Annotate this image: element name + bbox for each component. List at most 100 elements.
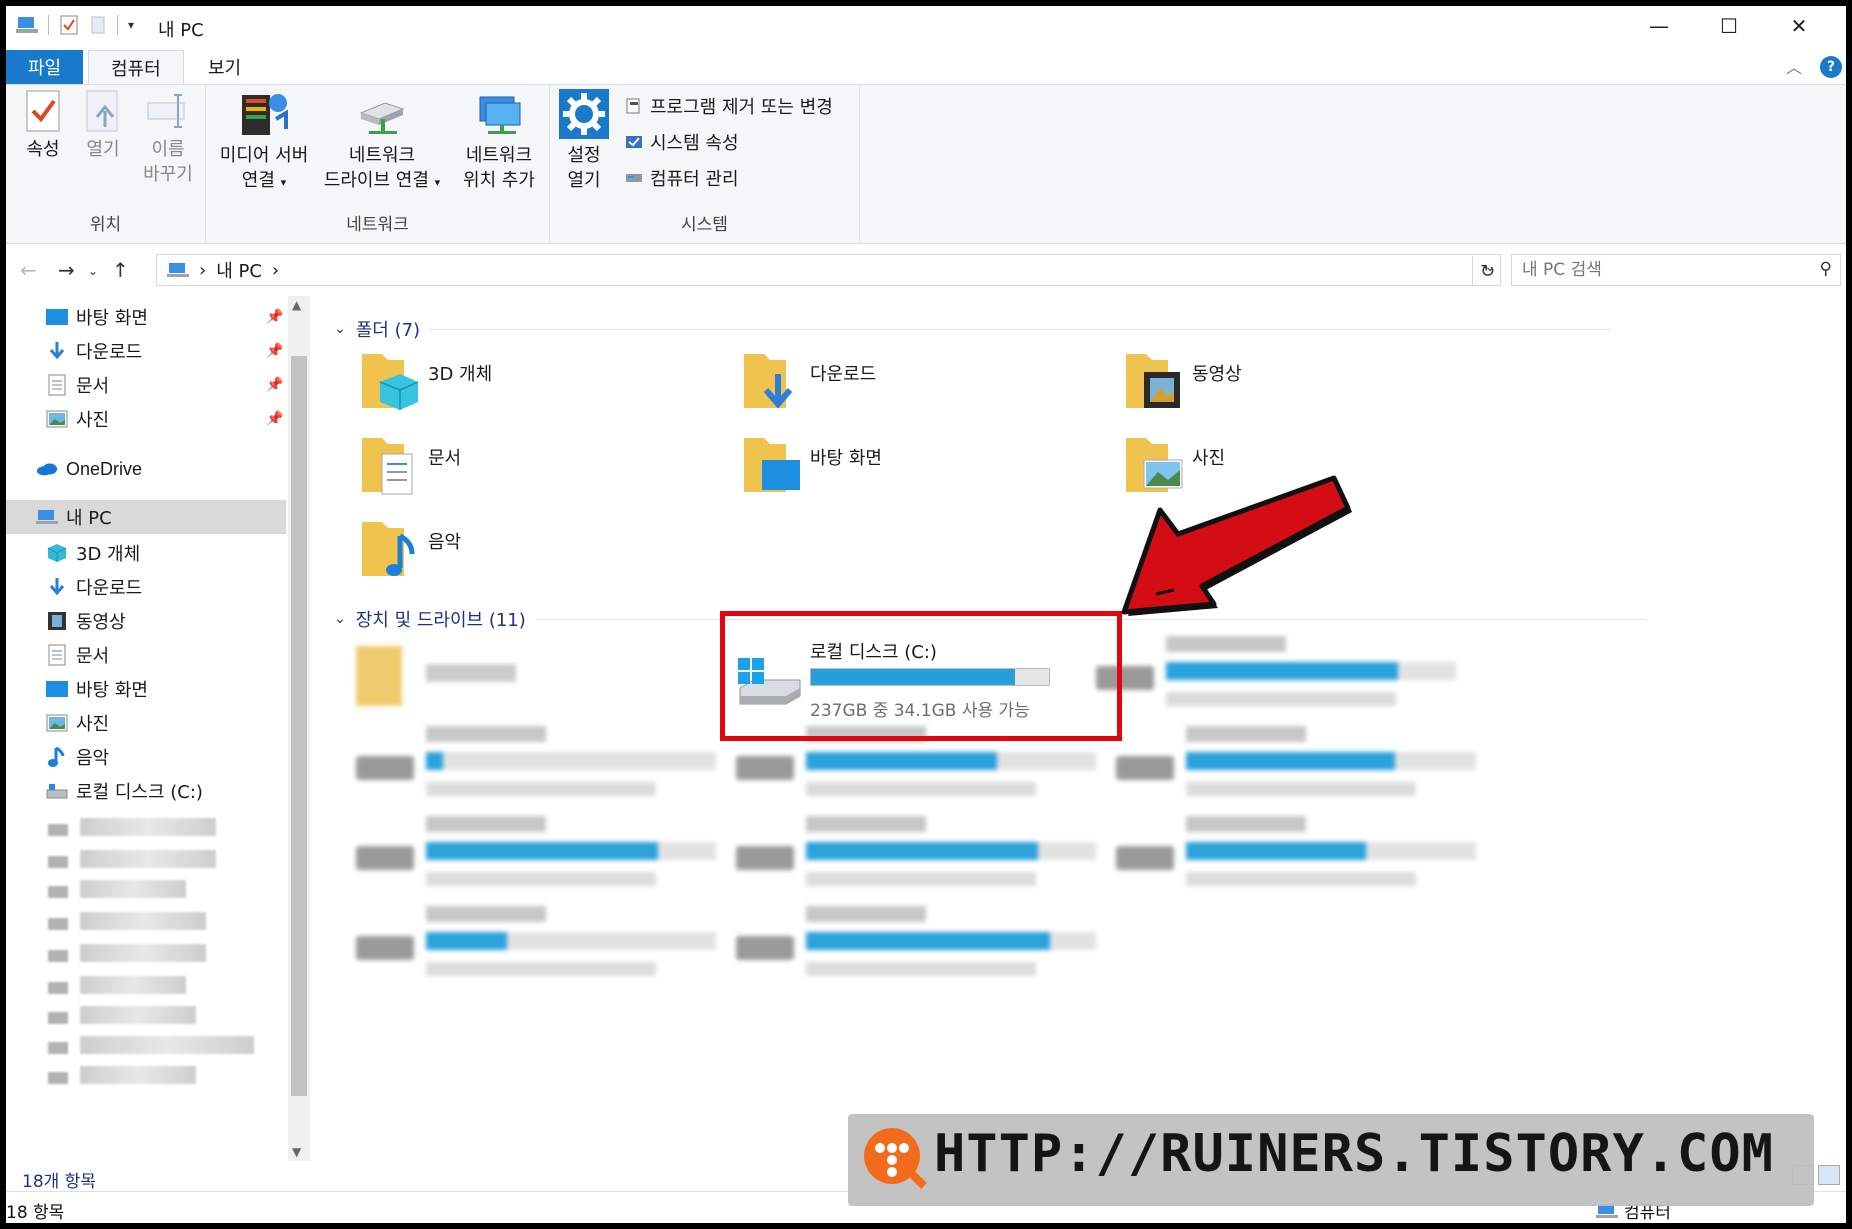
system-properties-button[interactable]: 시스템 속성 bbox=[624, 129, 739, 155]
sidebar-item-3d-objects[interactable]: 3D 개체 bbox=[6, 536, 286, 570]
blurred-drive[interactable] bbox=[356, 810, 726, 896]
blurred-drive[interactable] bbox=[1116, 720, 1486, 806]
pin-icon[interactable]: 📌 bbox=[266, 411, 283, 427]
pin-icon[interactable]: 📌 bbox=[266, 343, 283, 359]
folder-music[interactable]: 음악 bbox=[360, 516, 680, 586]
address-bar[interactable]: › 내 PC › ⌄ bbox=[156, 254, 1501, 286]
rename-button[interactable]: 이름 바꾸기 bbox=[138, 89, 198, 187]
item-count: 18개 항목 bbox=[22, 1172, 96, 1192]
close-button[interactable]: ✕ bbox=[1764, 6, 1834, 46]
film-icon bbox=[46, 611, 68, 631]
blurred-drive[interactable] bbox=[1116, 810, 1486, 896]
sidebar-item-downloads[interactable]: 다운로드 bbox=[6, 570, 286, 604]
sidebar-item-pictures[interactable]: 사진 bbox=[6, 706, 286, 740]
blurred-item-icon bbox=[48, 918, 68, 930]
chevron-right-icon[interactable]: › bbox=[199, 260, 206, 281]
media-server-button[interactable]: 미디어 서버 연결 ▾ bbox=[214, 89, 314, 195]
pin-icon[interactable]: 📌 bbox=[266, 309, 283, 325]
sidebar-item-desktop[interactable]: 바탕 화면 bbox=[6, 672, 286, 706]
new-folder-icon[interactable] bbox=[89, 15, 107, 35]
folder-desktop[interactable]: 바탕 화면 bbox=[742, 432, 1062, 502]
breadcrumb-this-pc[interactable]: 내 PC bbox=[216, 257, 262, 283]
blurred-item-icon bbox=[48, 886, 68, 898]
collapse-ribbon-icon[interactable]: ︿ bbox=[1786, 54, 1802, 78]
tab-view[interactable]: 보기 bbox=[186, 50, 263, 84]
open-button[interactable]: 열기 bbox=[78, 89, 128, 162]
document-icon bbox=[46, 374, 68, 396]
blurred-item bbox=[80, 944, 206, 962]
up-arrow-icon[interactable]: ↑ bbox=[112, 258, 129, 282]
sidebar-item-videos[interactable]: 동영상 bbox=[6, 604, 286, 638]
help-icon[interactable]: ? bbox=[1820, 56, 1842, 78]
minimize-button[interactable]: — bbox=[1624, 6, 1694, 46]
sidebar-item-music[interactable]: 음악 bbox=[6, 740, 286, 774]
refresh-button[interactable]: ↻ bbox=[1472, 256, 1502, 286]
maximize-button[interactable]: ☐ bbox=[1694, 6, 1764, 46]
picture-icon bbox=[46, 409, 68, 429]
blurred-drive[interactable] bbox=[356, 720, 726, 806]
search-box[interactable]: ⚲ bbox=[1511, 254, 1841, 286]
folder-downloads[interactable]: 다운로드 bbox=[742, 348, 1062, 418]
computer-icon bbox=[36, 507, 58, 527]
watermark-logo-icon bbox=[864, 1128, 927, 1189]
tab-file[interactable]: 파일 bbox=[6, 50, 84, 84]
group-location: 속성 열기 이름 바꾸기 위치 bbox=[6, 85, 206, 243]
chevron-down-icon[interactable]: ⌄ bbox=[334, 321, 346, 337]
add-network-location-button[interactable]: 네트워크 위치 추가 bbox=[454, 89, 544, 193]
blurred-drive[interactable] bbox=[736, 900, 1106, 986]
folders-section-header[interactable]: ⌄ 폴더 (7) bbox=[334, 316, 1611, 342]
folder-video-icon bbox=[1126, 354, 1180, 408]
hard-drive-icon bbox=[46, 781, 68, 801]
blurred-item-icon bbox=[48, 824, 68, 836]
customize-toolbar-icon[interactable]: ▾ bbox=[128, 18, 134, 32]
picture-icon bbox=[46, 713, 68, 733]
computer-management-button[interactable]: 컴퓨터 관리 bbox=[624, 165, 739, 191]
scroll-up-icon[interactable]: ▲ bbox=[292, 298, 301, 312]
computer-icon bbox=[16, 17, 38, 33]
properties-icon[interactable] bbox=[59, 14, 79, 36]
map-network-drive-button[interactable]: 네트워크 드라이브 연결 ▾ bbox=[318, 89, 446, 195]
blurred-item bbox=[80, 1036, 254, 1054]
network-location-icon bbox=[479, 96, 521, 134]
refresh-icon: ↻ bbox=[1479, 260, 1496, 282]
blurred-device-icon bbox=[356, 646, 402, 706]
tiles-view-icon[interactable] bbox=[1818, 1165, 1840, 1185]
sidebar-item-this-pc[interactable]: 내 PC bbox=[6, 500, 286, 534]
search-icon[interactable]: ⚲ bbox=[1820, 259, 1832, 279]
recent-locations-icon[interactable]: ⌄ bbox=[88, 264, 98, 278]
sidebar-item-pictures-quick[interactable]: 사진 📌 bbox=[6, 402, 286, 436]
back-arrow-icon[interactable]: ← bbox=[20, 258, 37, 282]
blurred-item-icon bbox=[48, 1012, 68, 1024]
forward-arrow-icon[interactable]: → bbox=[58, 258, 75, 282]
open-settings-button[interactable]: 설정 열기 bbox=[556, 89, 612, 193]
sidebar-scrollbar[interactable]: ▲ ▼ bbox=[288, 296, 310, 1161]
blurred-drive[interactable] bbox=[1096, 630, 1466, 716]
blurred-device[interactable] bbox=[356, 646, 556, 726]
uninstall-program-button[interactable]: 프로그램 제거 또는 변경 bbox=[624, 93, 833, 119]
folder-3d-objects[interactable]: 3D 개체 bbox=[360, 348, 680, 418]
desktop-icon bbox=[46, 307, 68, 327]
scroll-down-icon[interactable]: ▼ bbox=[292, 1145, 301, 1159]
navigation-bar: ← → ⌄ ↑ › 내 PC › ⌄ ↻ ⚲ bbox=[6, 244, 1846, 296]
pin-icon[interactable]: 📌 bbox=[266, 377, 283, 393]
tab-computer[interactable]: 컴퓨터 bbox=[88, 50, 184, 84]
sidebar-item-local-disk-c[interactable]: 로컬 디스크 (C:) bbox=[6, 774, 286, 808]
music-note-icon bbox=[46, 746, 68, 767]
sidebar-item-desktop-quick[interactable]: 바탕 화면 📌 bbox=[6, 300, 286, 334]
blurred-drive[interactable] bbox=[736, 810, 1106, 896]
properties-button[interactable]: 속성 bbox=[18, 89, 68, 162]
settings-gear-icon bbox=[559, 89, 609, 139]
sidebar-item-documents[interactable]: 문서 bbox=[6, 638, 286, 672]
group-label-network: 네트워크 bbox=[346, 215, 409, 235]
chevron-down-icon[interactable]: ⌄ bbox=[334, 611, 346, 627]
blurred-item-icon bbox=[48, 950, 68, 962]
folder-videos[interactable]: 동영상 bbox=[1124, 348, 1444, 418]
sidebar-item-onedrive[interactable]: OneDrive bbox=[6, 452, 286, 486]
sidebar-item-documents-quick[interactable]: 문서 📌 bbox=[6, 368, 286, 402]
blurred-drive[interactable] bbox=[356, 900, 726, 986]
search-input[interactable] bbox=[1522, 260, 1802, 280]
scroll-thumb[interactable] bbox=[291, 356, 307, 1096]
sidebar-item-downloads-quick[interactable]: 다운로드 📌 bbox=[6, 334, 286, 368]
chevron-right-icon[interactable]: › bbox=[272, 260, 279, 281]
folder-documents[interactable]: 문서 bbox=[360, 432, 680, 502]
